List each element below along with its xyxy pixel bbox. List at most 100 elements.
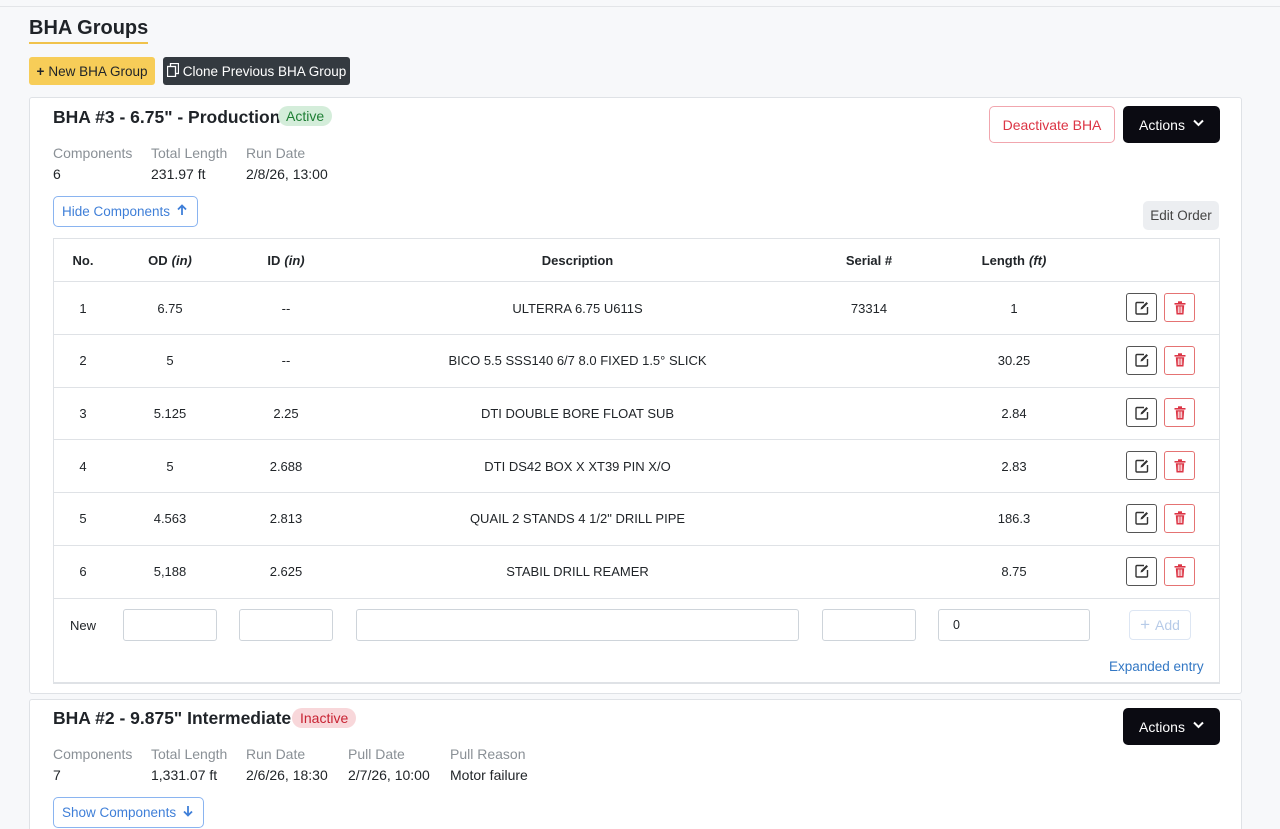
trash-icon bbox=[1174, 458, 1186, 473]
copy-icon bbox=[166, 62, 179, 80]
col-header-no: No. bbox=[72, 252, 94, 268]
edit-component-button[interactable] bbox=[1126, 293, 1157, 322]
new-description-input[interactable] bbox=[356, 609, 799, 641]
cell-no: 4 bbox=[79, 458, 87, 474]
delete-component-button[interactable] bbox=[1164, 451, 1195, 481]
col-header-id: ID (in) bbox=[228, 239, 344, 281]
components-value: 6 bbox=[53, 166, 61, 182]
edit-order-button[interactable]: Edit Order bbox=[1143, 201, 1219, 230]
edit-icon bbox=[1134, 564, 1149, 578]
clone-previous-bha-group-button[interactable]: Clone Previous BHA Group bbox=[163, 57, 350, 85]
actions-label: Actions bbox=[1139, 116, 1185, 133]
components-value: 7 bbox=[53, 767, 61, 783]
new-bha-group-button[interactable]: + New BHA Group bbox=[29, 57, 155, 85]
cell-description: DTI DS42 BOX X XT39 PIN X/O bbox=[484, 458, 671, 474]
table-row: 5 4.563 2.813 QUAIL 2 STANDS 4 1/2" DRILL P… bbox=[54, 493, 1219, 546]
cell-serial bbox=[811, 440, 927, 492]
new-length-input[interactable] bbox=[938, 609, 1090, 641]
cell-no: 6 bbox=[79, 564, 87, 579]
bha-card-2: BHA #2 - 9.875" Intermediate Inactive Ac… bbox=[29, 699, 1242, 829]
cell-serial bbox=[811, 335, 927, 387]
edit-component-button[interactable] bbox=[1126, 345, 1157, 375]
cell-no: 5 bbox=[79, 511, 87, 527]
pull-date-value: 2/7/26, 10:00 bbox=[348, 767, 430, 783]
cell-description: QUAIL 2 STANDS 4 1/2" DRILL PIPE bbox=[469, 511, 686, 527]
delete-component-button[interactable] bbox=[1164, 556, 1195, 586]
cell-od: 5 bbox=[166, 353, 174, 369]
deactivate-bha-button[interactable]: Deactivate BHA bbox=[989, 106, 1115, 143]
table-row: 2 5 -- BICO 5.5 SSS140 6/7 8.0 FIXED 1.5° S… bbox=[54, 335, 1219, 388]
run-date-value: 2/6/26, 18:30 bbox=[246, 767, 328, 783]
col-header-od-unit: (in) bbox=[171, 252, 192, 268]
trash-icon bbox=[1174, 353, 1186, 367]
hide-components-label: Hide Components bbox=[62, 204, 171, 219]
trash-icon bbox=[1174, 511, 1186, 525]
cell-length: 2.83 bbox=[1001, 458, 1027, 474]
delete-component-button[interactable] bbox=[1164, 345, 1195, 375]
edit-icon bbox=[1134, 511, 1149, 525]
bha-title: BHA #3 - 6.75" - Production bbox=[53, 107, 281, 127]
new-row-label: New bbox=[69, 617, 96, 633]
table-row: 3 5.125 2.25 DTI DOUBLE BORE FLOAT SUB 2.84 bbox=[54, 387, 1219, 441]
col-header-id-label: ID bbox=[267, 252, 281, 268]
add-label: Add bbox=[1155, 617, 1180, 633]
cell-id: 2.688 bbox=[269, 458, 303, 474]
status-badge: Active bbox=[278, 106, 333, 126]
cell-description: DTI DOUBLE BORE FLOAT SUB bbox=[480, 405, 675, 421]
total-length-value: 231.97 ft bbox=[151, 166, 206, 182]
delete-component-button[interactable] bbox=[1164, 293, 1195, 322]
cell-serial bbox=[811, 387, 927, 439]
cell-description: BICO 5.5 SSS140 6/7 8.0 FIXED 1.5° SLICK bbox=[448, 353, 707, 369]
new-serial-input[interactable] bbox=[822, 609, 916, 641]
pull-reason-value: Motor failure bbox=[450, 767, 528, 783]
total-length-value: 1,331.07 ft bbox=[151, 767, 218, 783]
table-row: 4 5 2.688 DTI DS42 BOX X XT39 PIN X/O 2.83 bbox=[54, 440, 1219, 494]
edit-component-button[interactable] bbox=[1126, 398, 1157, 428]
table-row: 6 5,188 2.625 STABIL DRILL REAMER 8.75 bbox=[54, 546, 1219, 599]
actions-dropdown-button[interactable]: Actions bbox=[1123, 106, 1220, 143]
cell-id: 2.625 bbox=[269, 564, 303, 579]
table-header-row: No. OD (in) ID (in) Description Serial # L… bbox=[54, 239, 1219, 282]
components-table: No. OD (in) ID (in) Description Serial # L… bbox=[53, 238, 1220, 684]
edit-icon bbox=[1134, 301, 1149, 315]
col-header-serial: Serial # bbox=[845, 252, 893, 268]
trash-icon bbox=[1174, 300, 1186, 315]
edit-component-button[interactable] bbox=[1126, 503, 1157, 533]
edit-component-button[interactable] bbox=[1126, 556, 1157, 586]
cell-length: 8.75 bbox=[1001, 564, 1027, 579]
col-header-length-label: Length bbox=[981, 252, 1025, 268]
cell-od: 5 bbox=[166, 458, 174, 474]
pull-date-label: Pull Date bbox=[348, 746, 405, 762]
expanded-entry-link[interactable]: Expanded entry bbox=[1109, 659, 1204, 674]
arrow-down-icon bbox=[183, 805, 193, 820]
cell-od: 6.75 bbox=[157, 300, 183, 316]
clone-previous-bha-group-label: Clone Previous BHA Group bbox=[182, 63, 347, 79]
col-header-od: OD (in) bbox=[112, 239, 228, 281]
run-date-label: Run Date bbox=[246, 746, 306, 762]
actions-dropdown-button[interactable]: Actions bbox=[1123, 708, 1220, 745]
cell-length: 2.84 bbox=[1001, 405, 1027, 421]
col-header-length-unit: (ft) bbox=[1029, 252, 1047, 268]
new-id-input[interactable] bbox=[239, 609, 333, 641]
col-header-od-label: OD bbox=[148, 252, 168, 268]
chevron-down-icon bbox=[1193, 119, 1204, 130]
delete-component-button[interactable] bbox=[1164, 503, 1195, 533]
edit-component-button[interactable] bbox=[1126, 451, 1157, 481]
cell-description: ULTERRA 6.75 U611S bbox=[512, 300, 643, 316]
edit-icon bbox=[1134, 406, 1149, 420]
cell-serial: 73314 bbox=[850, 300, 888, 316]
cell-length: 1 bbox=[1010, 300, 1018, 316]
cell-no: 2 bbox=[79, 353, 87, 369]
edit-icon bbox=[1134, 459, 1149, 473]
new-od-input[interactable] bbox=[123, 609, 217, 641]
cell-od: 5,188 bbox=[153, 564, 187, 579]
cell-no: 3 bbox=[79, 405, 87, 421]
delete-component-button[interactable] bbox=[1164, 398, 1195, 428]
hide-components-button[interactable]: Hide Components bbox=[53, 196, 198, 227]
cell-id: -- bbox=[281, 353, 291, 369]
col-header-description: Description bbox=[541, 252, 614, 268]
show-components-button[interactable]: Show Components bbox=[53, 797, 204, 828]
add-component-button[interactable]: + Add bbox=[1129, 610, 1191, 640]
chevron-down-icon bbox=[1193, 721, 1204, 732]
components-label: Components bbox=[53, 746, 133, 762]
